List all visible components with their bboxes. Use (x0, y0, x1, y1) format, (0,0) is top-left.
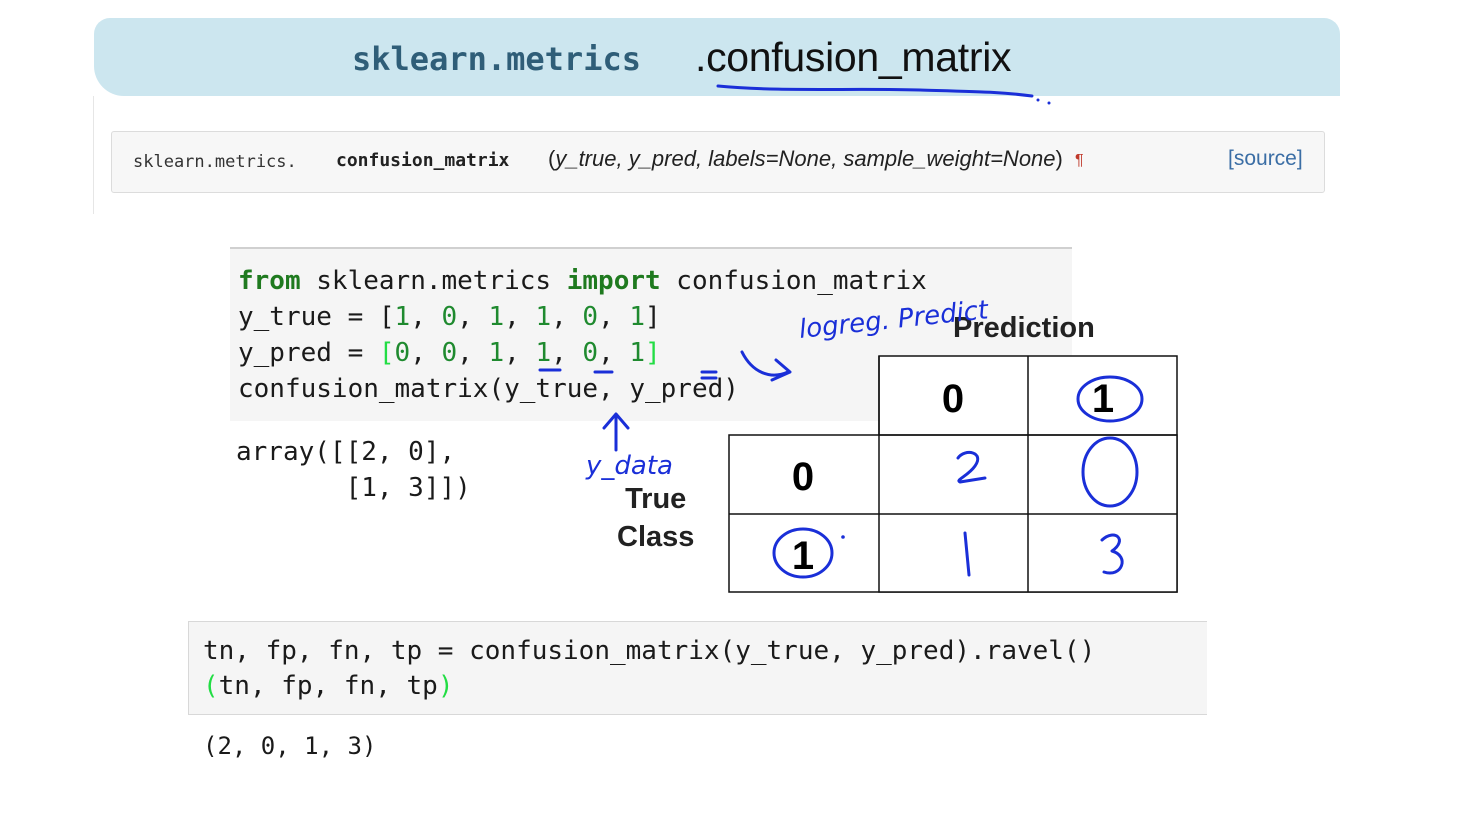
tuple-open-paren: ( (203, 671, 219, 701)
code-cell-2-output: (2, 0, 1, 3) (203, 732, 377, 760)
col-header-0: 0 (942, 377, 964, 421)
prediction-axis-title: Prediction (953, 312, 1095, 344)
code-line-ravel: tn, fp, fn, tp = confusion_matrix(y_true… (203, 636, 1096, 666)
code-cell-2-lines: tn, fp, fn, tp = confusion_matrix(y_true… (203, 634, 1095, 704)
true-class-line: Class (617, 521, 695, 553)
row-header-1: 1 (792, 534, 814, 578)
col-header-1: 1 (1092, 377, 1114, 421)
tuple-close-paren: ) (437, 671, 454, 701)
true-class-line: True (625, 483, 687, 515)
true-class-axis-title: True Class (617, 480, 694, 556)
code-line-tuple: (tn, fp, fn, tp) (203, 669, 1095, 704)
tuple-body: tn, fp, fn, tp (218, 671, 438, 701)
row-header-0: 0 (792, 455, 814, 499)
